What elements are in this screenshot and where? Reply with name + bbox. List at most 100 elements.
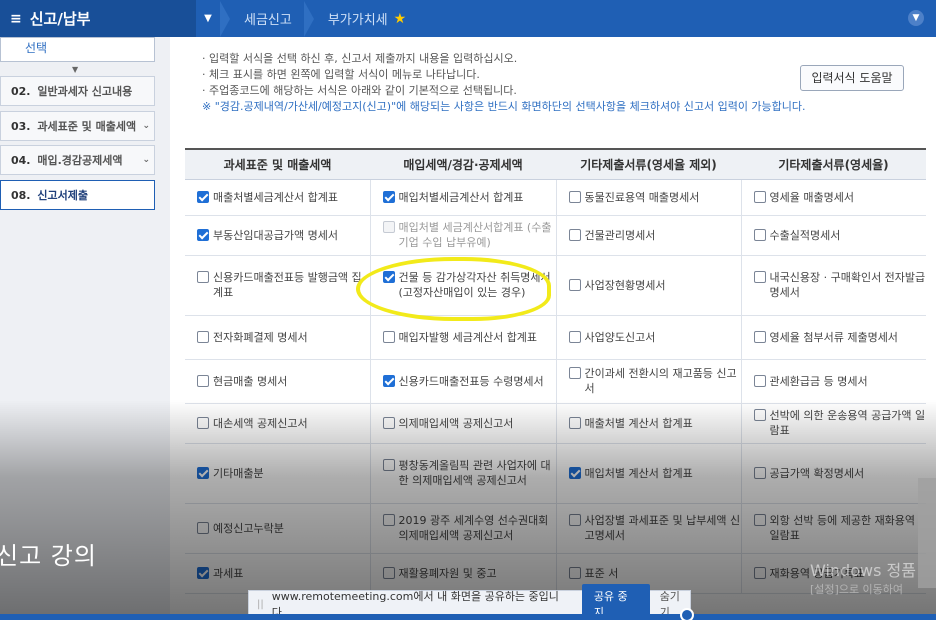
checkbox[interactable] [197, 330, 209, 343]
checkbox-option[interactable]: 신용카드매출전표등 수령명세서 [382, 374, 556, 389]
checkbox-option[interactable]: 영세율 매출명세서 [753, 190, 927, 205]
column-header: 기타제출서류(영세율 제외) [556, 148, 741, 180]
checkbox-option[interactable]: 2019 광주 세계수영 선수권대회 의제매입세액 공제신고서 [382, 513, 556, 543]
checkbox[interactable] [197, 466, 209, 479]
checkbox[interactable] [197, 521, 209, 534]
chevron-down-icon[interactable]: ⌄ [142, 155, 150, 165]
checkbox[interactable] [753, 514, 766, 526]
checkbox-option[interactable]: 간이과세 전환시의 재고품등 신고서 [568, 366, 741, 396]
breadcrumb-item-vat[interactable]: 부가가치세 ★ [314, 0, 418, 37]
checkbox[interactable] [382, 190, 395, 203]
checkbox[interactable] [197, 228, 209, 241]
checkbox[interactable] [753, 374, 766, 387]
checkbox-option[interactable]: 사업양도신고서 [568, 330, 741, 345]
checkbox[interactable] [382, 271, 395, 283]
checkbox[interactable] [382, 566, 395, 579]
checkbox-option[interactable]: 매출처별세금계산서 합계표 [197, 190, 370, 205]
checkbox[interactable] [382, 374, 395, 387]
checkbox-option[interactable]: 건물관리명세서 [568, 228, 741, 243]
chevron-down-icon[interactable]: ▼ [196, 13, 220, 24]
checkbox[interactable] [197, 271, 209, 283]
checkbox-option[interactable]: 영세율 첨부서류 제출명세서 [753, 330, 927, 345]
checkbox-option[interactable]: 대손세액 공제신고서 [197, 416, 370, 431]
checkbox-label: 평창동계올림픽 관련 사업자에 대한 의제매입세액 공제신고서 [398, 459, 551, 487]
checkbox-option[interactable]: 매입처별 계산서 합계표 [568, 466, 741, 481]
checkbox[interactable] [568, 566, 581, 579]
sidebar-item-general-report[interactable]: 02. 일반과세자 신고내용 [0, 76, 155, 106]
checkbox-option[interactable]: 매입처별 세금계산서합계표 (수출기업 수입 납부유예) [382, 220, 556, 250]
checkbox[interactable] [568, 367, 581, 379]
breadcrumb-item-tax-report[interactable]: 세금신고 [230, 0, 304, 37]
checkbox[interactable] [753, 466, 766, 479]
hamburger-icon: ≡ [10, 10, 22, 27]
checkbox-option[interactable]: 표준 서 [568, 566, 741, 581]
checkbox-option[interactable]: 현금매출 명세서 [197, 374, 370, 389]
checkbox-option[interactable]: 동물진료용역 매출명세서 [568, 190, 741, 205]
sidebar-item-submit-report[interactable]: 08. 신고서제출 [0, 180, 155, 210]
checkbox-option[interactable]: 기타매출분 [197, 466, 370, 481]
breadcrumb-separator [220, 0, 230, 37]
checkbox-option[interactable]: 전자화폐결제 명세서 [197, 330, 370, 345]
sidebar-item-tax-base[interactable]: 03. 과세표준 및 매출세액 ⌄ [0, 111, 155, 141]
checkbox[interactable] [568, 466, 581, 479]
checkbox[interactable] [197, 416, 209, 429]
checkbox[interactable] [753, 228, 766, 241]
checkbox[interactable] [753, 566, 766, 579]
checkbox-option[interactable]: 선박에 의한 운송용역 공급가액 일람표 [753, 408, 927, 438]
checkbox-option[interactable]: 공급가액 확정명세서 [753, 466, 927, 481]
checkbox-label: 기타매출분 [213, 466, 264, 480]
video-progress-bar[interactable] [0, 608, 936, 620]
checkbox[interactable] [568, 330, 581, 343]
table-row: 신용카드매출전표등 발행금액 집계표 건물 등 감가상각자산 취득명세서 (고정자… [185, 255, 927, 316]
checkbox[interactable] [753, 330, 766, 343]
form-help-button[interactable]: 입력서식 도움말 [800, 65, 904, 91]
checkbox-option[interactable]: 신용카드매출전표등 발행금액 집계표 [197, 270, 370, 300]
scrollbar[interactable] [918, 478, 936, 588]
checkbox[interactable] [568, 514, 581, 526]
checkbox-option[interactable]: 매입처별세금계산서 합계표 [382, 190, 556, 205]
checkbox-option[interactable]: 사업장별 과세표준 및 납부세액 신고명세서 [568, 513, 741, 543]
checkbox-option[interactable]: 수출실적명세서 [753, 228, 927, 243]
expand-circle-icon[interactable]: ▼ [908, 10, 924, 26]
checkbox[interactable] [568, 278, 581, 291]
checkbox[interactable] [568, 190, 581, 203]
checkbox-option[interactable]: 외항 선박 등에 제공한 재화용역 일람표 [753, 513, 927, 543]
drag-handle-icon[interactable]: || [257, 599, 264, 610]
checkbox[interactable] [382, 459, 395, 471]
table-cell: 평창동계올림픽 관련 사업자에 대한 의제매입세액 공제신고서 [370, 443, 557, 504]
checkbox-option[interactable]: 평창동계올림픽 관련 사업자에 대한 의제매입세액 공제신고서 [382, 458, 556, 488]
checkbox-option[interactable]: 의제매입세액 공제신고서 [382, 416, 556, 431]
checkbox[interactable] [753, 190, 766, 203]
checkbox-option[interactable]: 내국신용장 · 구매확인서 전자발급명세서 [753, 270, 927, 300]
star-icon[interactable]: ★ [394, 11, 407, 27]
checkbox-option[interactable]: 건물 등 감가상각자산 취득명세서 (고정자산매입이 있는 경우) [382, 270, 556, 300]
checkbox-option[interactable]: 매입자발행 세금계산서 합계표 [382, 330, 556, 345]
checkbox-label: 수출실적명세서 [769, 228, 841, 242]
checkbox-label: 영세율 첨부서류 제출명세서 [769, 330, 898, 344]
menu-button[interactable]: ≡ 신고/납부 [0, 0, 196, 37]
checkbox[interactable] [568, 228, 581, 241]
checkbox[interactable] [382, 514, 395, 526]
checkbox[interactable] [382, 416, 395, 429]
checkbox-option[interactable]: 관세환급금 등 명세서 [753, 374, 927, 389]
down-arrow-icon: ▼ [72, 65, 79, 74]
checkbox-option[interactable]: 과세표 [197, 566, 370, 581]
sidebar-select-button[interactable]: 선택 [0, 37, 155, 62]
checkbox[interactable] [197, 566, 209, 579]
checkbox[interactable] [197, 190, 209, 203]
chevron-down-icon[interactable]: ⌄ [142, 121, 150, 131]
checkbox-option[interactable]: 매출처별 계산서 합계표 [568, 416, 741, 431]
progress-knob[interactable] [680, 608, 694, 620]
checkbox[interactable] [382, 330, 395, 343]
checkbox-option[interactable]: 사업장현황명세서 [568, 278, 741, 293]
checkbox-option[interactable]: 부동산임대공급가액 명세서 [197, 228, 370, 243]
sidebar-item-purchase-deduction[interactable]: 04. 매입.경감공제세액 ⌄ [0, 145, 155, 175]
checkbox[interactable] [753, 409, 766, 421]
checkbox[interactable] [753, 271, 766, 283]
checkbox-option[interactable]: 재활용폐자원 및 중고 [382, 566, 556, 581]
checkbox-option[interactable]: 예정신고누락분 [197, 521, 370, 536]
checkbox-label: 동물진료용역 매출명세서 [584, 190, 700, 204]
checkbox[interactable] [197, 374, 209, 387]
checkbox-label: 현금매출 명세서 [213, 374, 288, 388]
checkbox[interactable] [568, 416, 581, 429]
